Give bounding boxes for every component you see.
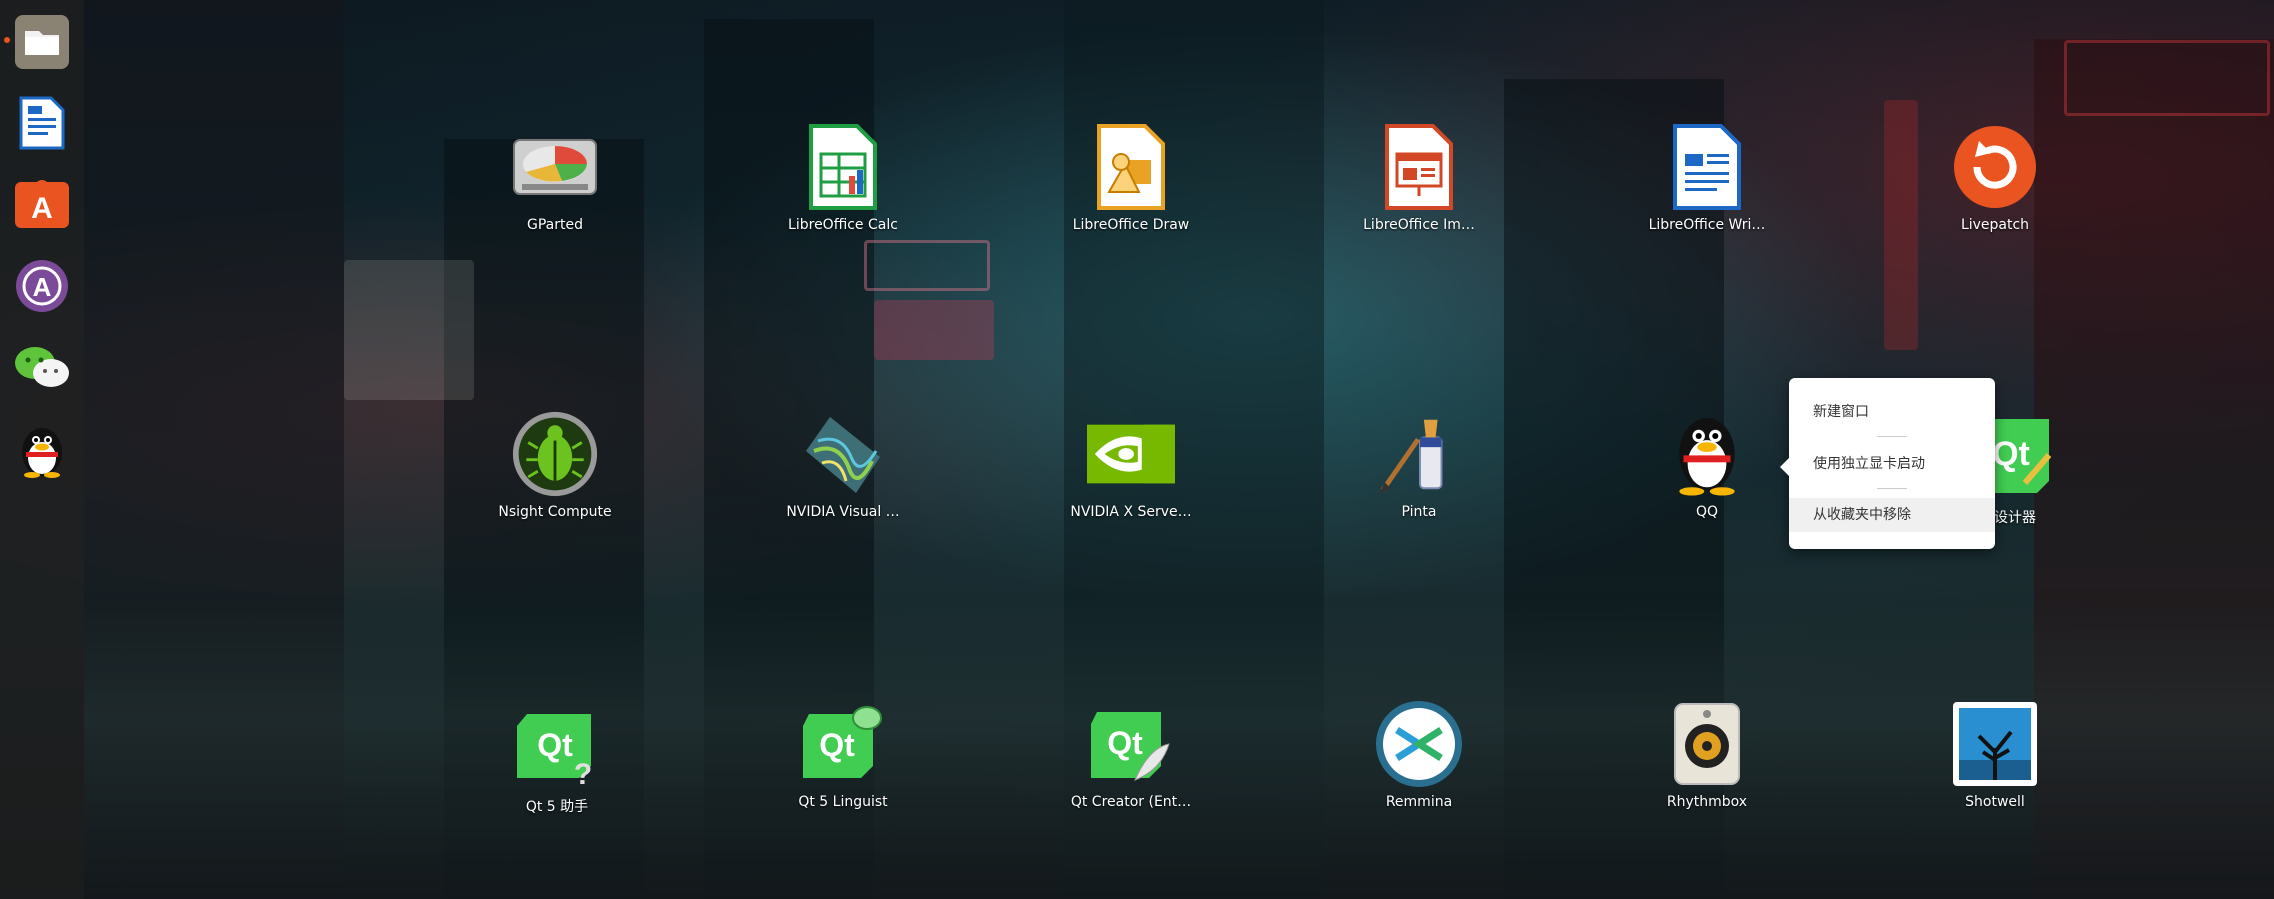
app-label: NVIDIA Visual … — [786, 504, 900, 520]
writer-document-icon — [19, 96, 65, 150]
app-label: Nsight Compute — [498, 504, 612, 520]
app-libreoffice-writer[interactable]: LibreOffice Wri… — [1617, 123, 1797, 233]
app-shotwell[interactable]: Shotwell — [1905, 700, 2085, 810]
app-libreoffice-calc[interactable]: LibreOffice Calc — [753, 123, 933, 233]
app-nvidia-x-server[interactable]: NVIDIA X Serve… — [1041, 410, 1221, 520]
nvidia-eye-icon — [1087, 410, 1175, 498]
dock-wechat[interactable] — [12, 338, 72, 398]
app-label: LibreOffice Draw — [1072, 217, 1190, 233]
svg-text:A: A — [31, 192, 53, 225]
app-libreoffice-impress[interactable]: LibreOffice Im… — [1329, 123, 1509, 233]
paint-brush-icon — [1375, 410, 1463, 498]
disk-partition-icon — [511, 123, 599, 211]
app-label: Rhythmbox — [1666, 794, 1748, 810]
app-label: Pinta — [1401, 504, 1437, 520]
speaker-icon — [1663, 700, 1751, 788]
wechat-icon — [15, 347, 69, 387]
app-qt-creator[interactable]: Qt Qt Creator (Ent… — [1041, 700, 1221, 810]
app-nvidia-visual-profiler[interactable]: NVIDIA Visual … — [753, 410, 933, 520]
app-label: Qt Creator (Ent… — [1070, 794, 1192, 810]
penguin-icon — [1663, 410, 1751, 498]
svg-text:Qt: Qt — [537, 727, 573, 763]
spreadsheet-icon — [799, 123, 887, 211]
qt-creator-icon: Qt — [1087, 700, 1175, 788]
remmina-icon — [1375, 700, 1463, 788]
qt-assistant-icon: Qt ? — [513, 702, 601, 790]
dock: A A — [0, 0, 84, 899]
running-indicator — [4, 37, 10, 43]
svg-text:?: ? — [574, 758, 592, 786]
penguin-icon — [22, 428, 62, 478]
app-rhythmbox[interactable]: Rhythmbox — [1617, 700, 1797, 810]
menu-item-new-window[interactable]: 新建窗口 — [1789, 395, 1995, 429]
svg-text:Qt: Qt — [1992, 435, 2030, 473]
beetle-icon — [511, 410, 599, 498]
app-gparted[interactable]: GParted — [465, 123, 645, 233]
writer-document-icon — [1663, 123, 1751, 211]
circle-a-icon: A — [16, 260, 68, 312]
menu-item-remove-from-favorites[interactable]: 从收藏夹中移除 — [1789, 498, 1995, 532]
app-label: QQ — [1695, 504, 1719, 520]
svg-text:A: A — [33, 272, 52, 302]
app-label: GParted — [527, 217, 583, 233]
app-label: Shotwell — [1965, 794, 2025, 810]
dock-writer[interactable] — [12, 93, 72, 153]
dock-app-a[interactable]: A — [12, 256, 72, 316]
shopping-bag-icon: A — [15, 180, 69, 228]
context-menu: 新建窗口 使用独立显卡启动 从收藏夹中移除 — [1780, 378, 1995, 549]
presentation-icon — [1375, 123, 1463, 211]
livepatch-icon — [1951, 123, 2039, 211]
app-label: Remmina — [1385, 794, 1453, 810]
app-label: LibreOffice Calc — [788, 217, 898, 233]
dock-ubuntu-software[interactable]: A — [12, 173, 72, 233]
svg-text:Qt: Qt — [819, 727, 855, 763]
menu-item-launch-dedicated-gpu[interactable]: 使用独立显卡启动 — [1789, 447, 1995, 481]
app-label: Livepatch — [1960, 217, 2030, 233]
photo-tree-icon — [1951, 700, 2039, 788]
app-label: 设计器 — [1994, 510, 2036, 526]
app-qt-assistant[interactable]: Qt ? Qt 5 助手 — [467, 702, 647, 816]
app-remmina[interactable]: Remmina — [1329, 700, 1509, 810]
folder-icon — [15, 15, 69, 69]
menu-separator — [1877, 436, 1907, 437]
svg-text:Qt: Qt — [1107, 725, 1143, 761]
app-qt-linguist[interactable]: Qt Qt 5 Linguist — [753, 700, 933, 810]
app-libreoffice-draw[interactable]: LibreOffice Draw — [1041, 123, 1221, 233]
app-label: LibreOffice Wri… — [1648, 217, 1766, 233]
app-pinta[interactable]: Pinta — [1329, 410, 1509, 520]
menu-separator — [1877, 488, 1907, 489]
dock-files[interactable] — [12, 12, 72, 72]
app-label: LibreOffice Im… — [1363, 217, 1475, 233]
dock-qq[interactable] — [12, 420, 72, 480]
app-nsight-compute[interactable]: Nsight Compute — [465, 410, 645, 520]
app-label: Qt 5 Linguist — [798, 794, 888, 810]
app-label: NVIDIA X Serve… — [1070, 504, 1192, 520]
app-label: Qt 5 助手 — [525, 799, 589, 815]
visual-profiler-icon — [799, 410, 887, 498]
drawing-icon — [1087, 123, 1175, 211]
qt-linguist-icon: Qt — [799, 700, 887, 788]
app-livepatch[interactable]: Livepatch — [1905, 123, 2085, 233]
app-qq[interactable]: QQ — [1617, 410, 1797, 520]
